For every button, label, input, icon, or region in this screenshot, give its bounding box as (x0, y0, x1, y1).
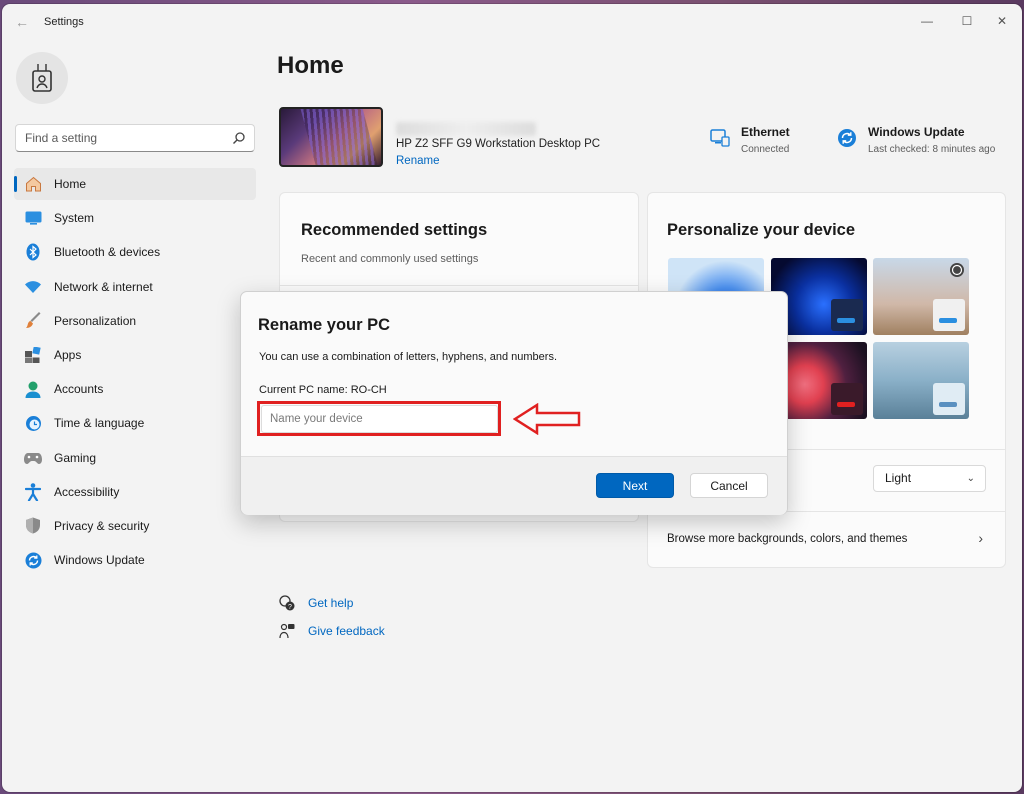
search-placeholder: Find a setting (25, 131, 98, 145)
current-pc-name: Current PC name: RO-CH (259, 384, 387, 396)
sidebar-nav: Home System Bluetooth & devices Network … (14, 168, 256, 578)
dialog-description: You can use a combination of letters, hy… (259, 351, 558, 363)
theme-preview-window (933, 299, 965, 331)
get-help-link[interactable]: ? Get help (279, 595, 353, 611)
theme-thumbnail[interactable] (873, 342, 969, 419)
sidebar-item-label: System (54, 211, 95, 226)
give-feedback-link[interactable]: Give feedback (279, 623, 385, 639)
settings-window: ← Settings — ☐ ✕ Find a setting Home Sys… (2, 4, 1022, 792)
browse-themes-link[interactable]: Browse more backgrounds, colors, and the… (667, 533, 907, 545)
sidebar-item-label: Windows Update (54, 553, 145, 568)
sidebar-item-label: Accounts (54, 382, 104, 397)
recommended-title: Recommended settings (301, 221, 488, 239)
annotation-arrow-icon (513, 403, 581, 435)
sidebar-item-windows-update[interactable]: Windows Update (14, 544, 256, 576)
maximize-icon[interactable]: ☐ (952, 10, 982, 32)
sidebar-item-bluetooth[interactable]: Bluetooth & devices (14, 236, 256, 268)
sidebar-item-label: Accessibility (54, 484, 120, 499)
brush-icon (24, 312, 42, 330)
user-badge-icon (32, 64, 52, 92)
sidebar-item-accessibility[interactable]: Accessibility (14, 476, 256, 508)
chevron-right-icon[interactable]: › (978, 530, 983, 546)
sidebar-item-personalization[interactable]: Personalization (14, 305, 256, 337)
update-icon (24, 551, 42, 569)
shield-icon (24, 517, 42, 535)
gamepad-icon (24, 449, 42, 467)
sidebar-item-privacy[interactable]: Privacy & security (14, 510, 256, 542)
accessibility-icon (24, 482, 42, 501)
sidebar-item-label: Time & language (54, 416, 145, 431)
home-icon (24, 175, 42, 193)
sidebar-item-time-language[interactable]: Time & language (14, 407, 256, 439)
next-button[interactable]: Next (596, 473, 674, 498)
give-feedback-label: Give feedback (308, 624, 385, 638)
theme-preview-window (831, 299, 863, 331)
update-icon (838, 129, 856, 147)
device-wallpaper-thumbnail (279, 107, 383, 167)
title-bar: ← Settings — ☐ ✕ (2, 4, 1022, 40)
ethernet-title: Ethernet (741, 125, 790, 139)
sidebar-item-label: Privacy & security (54, 518, 150, 533)
search-input[interactable]: Find a setting (15, 124, 255, 152)
svg-text:?: ? (288, 604, 292, 611)
app-title: Settings (44, 16, 84, 28)
theme-preview-window (933, 383, 965, 415)
sidebar-item-label: Gaming (54, 450, 97, 465)
minimize-icon[interactable]: — (912, 10, 942, 32)
clock-globe-icon (24, 414, 42, 432)
get-help-label: Get help (308, 596, 354, 610)
ethernet-subtitle: Connected (741, 144, 790, 155)
sidebar-item-label: Network & internet (54, 279, 153, 294)
chevron-down-icon: ⌄ (966, 473, 975, 484)
cancel-button[interactable]: Cancel (690, 473, 768, 498)
slideshow-badge-icon (950, 263, 964, 277)
page-title: Home (277, 52, 344, 79)
device-model: HP Z2 SFF G9 Workstation Desktop PC (396, 138, 601, 150)
avatar[interactable] (16, 52, 68, 104)
device-name-input[interactable] (261, 405, 498, 433)
update-subtitle: Last checked: 8 minutes ago (868, 144, 996, 155)
personalize-title: Personalize your device (667, 221, 856, 239)
sidebar-item-accounts[interactable]: Accounts (14, 373, 256, 405)
search-icon (233, 132, 245, 144)
sidebar-item-label: Apps (54, 347, 82, 362)
divider (280, 285, 638, 286)
feedback-icon (279, 623, 295, 639)
rename-pc-dialog: Rename your PC You can use a combination… (240, 291, 788, 515)
color-mode-select[interactable]: Light ⌄ (873, 465, 986, 492)
sidebar-item-system[interactable]: System (14, 202, 256, 234)
theme-preview-window (831, 383, 863, 415)
sidebar-item-label: Home (54, 177, 87, 191)
sidebar-item-gaming[interactable]: Gaming (14, 442, 256, 474)
ethernet-monitor-icon (710, 129, 730, 147)
sidebar-item-label: Personalization (54, 313, 137, 328)
update-title: Windows Update (868, 125, 965, 139)
sidebar-item-label: Bluetooth & devices (54, 245, 161, 260)
recommended-subtitle: Recent and commonly used settings (301, 253, 479, 265)
rename-link[interactable]: Rename (396, 155, 439, 167)
help-icon: ? (279, 595, 295, 611)
close-icon[interactable]: ✕ (987, 10, 1017, 32)
device-name-redacted (396, 122, 536, 136)
dialog-footer: Next Cancel (241, 456, 787, 515)
system-icon (24, 209, 42, 227)
theme-thumbnail[interactable] (873, 258, 969, 335)
wifi-icon (24, 278, 42, 296)
account-icon (24, 380, 42, 398)
sidebar-item-home[interactable]: Home (14, 168, 256, 200)
bluetooth-icon (24, 243, 42, 261)
dialog-title: Rename your PC (258, 316, 391, 334)
apps-icon (24, 346, 42, 364)
sidebar-item-network[interactable]: Network & internet (14, 271, 256, 303)
sidebar-item-apps[interactable]: Apps (14, 339, 256, 371)
color-mode-value: Light (885, 471, 912, 485)
back-arrow-icon[interactable]: ← (12, 13, 32, 31)
